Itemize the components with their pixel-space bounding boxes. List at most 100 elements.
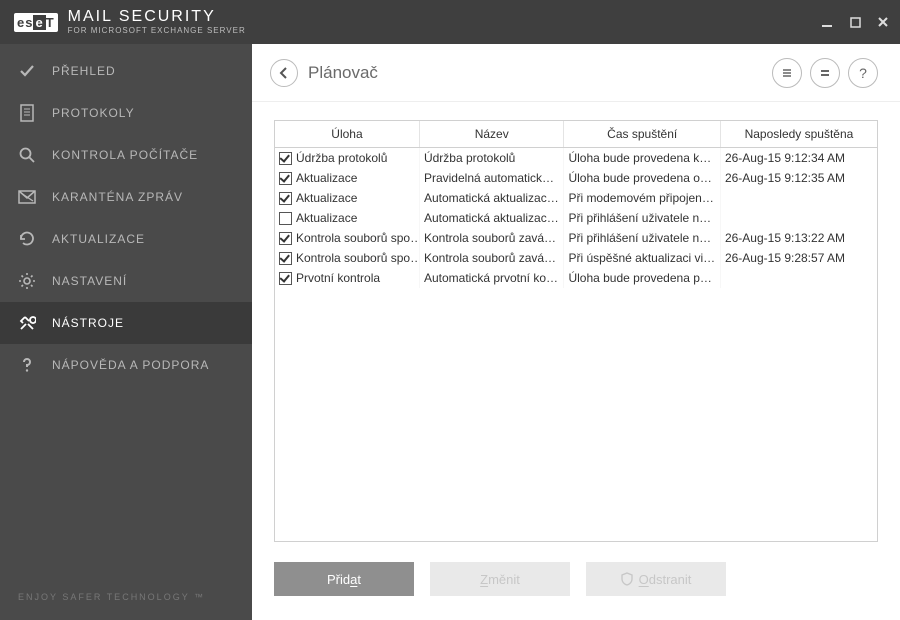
- scan-icon: [18, 146, 36, 164]
- task-launch-time: Úloha bude provedena po…: [564, 268, 721, 288]
- compact-view-button[interactable]: [810, 58, 840, 88]
- sidebar-item-label: NASTAVENÍ: [52, 274, 127, 288]
- table-row[interactable]: Aktualizace Pravidelná automatická a…Úloh…: [275, 168, 877, 188]
- sidebar-item-help[interactable]: NÁPOVĚDA A PODPORA: [0, 344, 252, 386]
- table-row[interactable]: Kontrola souborů spo…Kontrola souborů za…: [275, 228, 877, 248]
- brand-logo: eseT: [14, 13, 58, 32]
- task-enabled-checkbox[interactable]: [279, 172, 292, 185]
- header-actions: ?: [772, 58, 878, 88]
- task-description: Pravidelná automatická a…: [419, 168, 563, 188]
- edit-button: Změnit: [430, 562, 570, 596]
- task-launch-time: Úloha bude provedena ka…: [564, 148, 721, 169]
- sidebar-item-label: PŘEHLED: [52, 64, 116, 78]
- task-enabled-checkbox[interactable]: [279, 232, 292, 245]
- sidebar-item-scan[interactable]: KONTROLA POČÍTAČE: [0, 134, 252, 176]
- task-name: Kontrola souborů spo…: [296, 251, 419, 265]
- task-description: Kontrola souborů zavádě…: [419, 248, 563, 268]
- sidebar-item-overview[interactable]: PŘEHLED: [0, 50, 252, 92]
- maximize-button[interactable]: [848, 15, 862, 29]
- task-last-run: [720, 188, 877, 208]
- tools-icon: [18, 314, 36, 332]
- task-description: Automatická aktualizace …: [419, 188, 563, 208]
- task-name: Aktualizace: [296, 191, 357, 205]
- table-row[interactable]: Aktualizace Automatická aktualizace …Při …: [275, 208, 877, 228]
- task-name: Prvotní kontrola: [296, 271, 380, 285]
- table-row[interactable]: Prvotní kontrola Automatická prvotní kont…: [275, 268, 877, 288]
- task-launch-time: Při úspěšné aktualizaci vir…: [564, 248, 721, 268]
- task-launch-time: Úloha bude provedena op…: [564, 168, 721, 188]
- task-launch-time: Při přihlášení uživatele na …: [564, 208, 721, 228]
- col-header-last[interactable]: Naposledy spuštěna: [720, 121, 877, 148]
- sidebar-nav: PŘEHLED PROTOKOLY KONTROLA POČÍTAČE KARANTÉ…: [0, 44, 252, 386]
- table-header-row: Úloha Název Čas spuštění Naposledy spušt…: [275, 121, 877, 148]
- task-name: Údržba protokolů: [296, 151, 387, 165]
- task-name: Kontrola souborů spo…: [296, 231, 419, 245]
- sidebar-item-logs[interactable]: PROTOKOLY: [0, 92, 252, 134]
- col-header-name[interactable]: Název: [419, 121, 563, 148]
- scheduler-table-container: Úloha Název Čas spuštění Naposledy spušt…: [274, 120, 878, 542]
- minimize-button[interactable]: [820, 15, 834, 29]
- close-button[interactable]: [876, 15, 890, 29]
- content-body: Úloha Název Čas spuštění Naposledy spušt…: [252, 102, 900, 620]
- sidebar: PŘEHLED PROTOKOLY KONTROLA POČÍTAČE KARANTÉ…: [0, 44, 252, 620]
- task-last-run: [720, 208, 877, 228]
- window-controls: [820, 15, 890, 29]
- task-name: Aktualizace: [296, 211, 357, 225]
- table-row[interactable]: Kontrola souborů spo…Kontrola souborů za…: [275, 248, 877, 268]
- task-last-run: 26-Aug-15 9:12:34 AM: [720, 148, 877, 169]
- sidebar-item-label: NÁPOVĚDA A PODPORA: [52, 358, 209, 372]
- task-last-run: 26-Aug-15 9:13:22 AM: [720, 228, 877, 248]
- task-enabled-checkbox[interactable]: [279, 252, 292, 265]
- logs-icon: [18, 104, 36, 122]
- add-button[interactable]: Přidat: [274, 562, 414, 596]
- delete-button: Odstranit: [586, 562, 726, 596]
- col-header-launch[interactable]: Čas spuštění: [564, 121, 721, 148]
- product-subtitle: FOR MICROSOFT EXCHANGE SERVER: [68, 27, 246, 35]
- task-enabled-checkbox[interactable]: [279, 192, 292, 205]
- titlebar: eseT MAIL SECURITY FOR MICROSOFT EXCHANG…: [0, 0, 900, 44]
- task-enabled-checkbox[interactable]: [279, 152, 292, 165]
- scheduler-table: Úloha Název Čas spuštění Naposledy spušt…: [275, 121, 877, 288]
- shield-icon: [621, 572, 633, 586]
- sidebar-footer: ENJOY SAFER TECHNOLOGY ™: [0, 574, 252, 620]
- sidebar-item-setup[interactable]: NASTAVENÍ: [0, 260, 252, 302]
- task-description: Automatická aktualizace …: [419, 208, 563, 228]
- col-header-task[interactable]: Úloha: [275, 121, 419, 148]
- content-header: Plánovač ?: [252, 44, 900, 102]
- sidebar-item-label: AKTUALIZACE: [52, 232, 145, 246]
- help-label: ?: [859, 65, 867, 81]
- help-button[interactable]: ?: [848, 58, 878, 88]
- update-icon: [18, 230, 36, 248]
- quarantine-icon: [18, 188, 36, 206]
- sidebar-item-label: PROTOKOLY: [52, 106, 135, 120]
- list-view-button[interactable]: [772, 58, 802, 88]
- main-pane: Plánovač ?: [252, 44, 900, 620]
- app-window: eseT MAIL SECURITY FOR MICROSOFT EXCHANG…: [0, 0, 900, 620]
- task-last-run: [720, 268, 877, 288]
- sidebar-item-label: KONTROLA POČÍTAČE: [52, 148, 198, 162]
- sidebar-item-label: KARANTÉNA ZPRÁV: [52, 190, 183, 204]
- task-enabled-checkbox[interactable]: [279, 212, 292, 225]
- task-last-run: 26-Aug-15 9:28:57 AM: [720, 248, 877, 268]
- task-launch-time: Při modemovém připojen…: [564, 188, 721, 208]
- task-description: Údržba protokolů: [419, 148, 563, 169]
- table-row[interactable]: Údržba protokolůÚdržba protokolůÚloha bu…: [275, 148, 877, 169]
- sidebar-item-tools[interactable]: NÁSTROJE: [0, 302, 252, 344]
- overview-icon: [18, 62, 36, 80]
- product-name: MAIL SECURITY: [68, 9, 246, 25]
- task-name: Aktualizace: [296, 171, 357, 185]
- page-title: Plánovač: [308, 63, 378, 83]
- sidebar-item-quarantine[interactable]: KARANTÉNA ZPRÁV: [0, 176, 252, 218]
- product-title-block: MAIL SECURITY FOR MICROSOFT EXCHANGE SER…: [68, 9, 246, 35]
- table-row[interactable]: Aktualizace Automatická aktualizace …Při …: [275, 188, 877, 208]
- task-launch-time: Při přihlášení uživatele na …: [564, 228, 721, 248]
- back-button[interactable]: [270, 59, 298, 87]
- task-description: Kontrola souborů zavádě…: [419, 228, 563, 248]
- sidebar-item-label: NÁSTROJE: [52, 316, 124, 330]
- action-bar: Přidat Změnit Odstranit: [274, 542, 878, 602]
- sidebar-item-update[interactable]: AKTUALIZACE: [0, 218, 252, 260]
- setup-icon: [18, 272, 36, 290]
- task-description: Automatická prvotní kont…: [419, 268, 563, 288]
- task-last-run: 26-Aug-15 9:12:35 AM: [720, 168, 877, 188]
- task-enabled-checkbox[interactable]: [279, 272, 292, 285]
